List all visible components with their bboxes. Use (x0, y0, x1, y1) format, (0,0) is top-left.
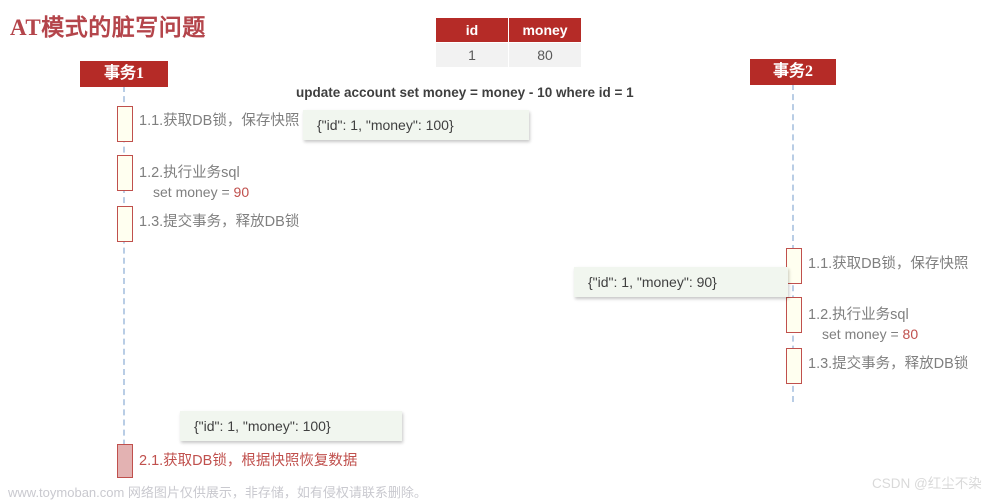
step-tx1-1: 1.1.获取DB锁，保存快照 (139, 112, 299, 131)
table-cell-id: 1 (435, 42, 509, 68)
snapshot-note-tx1: {"id": 1, "money": 100} (303, 110, 529, 140)
table-header-row: id money (435, 17, 582, 43)
activation-tx1-step4 (117, 444, 133, 478)
diagram-canvas: AT模式的脏写问题 id money 1 80 事务1 事务2 update a… (0, 0, 1000, 502)
step-tx1-2-label: 1.2.执行业务sql (139, 165, 240, 181)
table-header-id: id (435, 17, 509, 43)
step-tx1-1-label: 1.1.获取DB锁，保存快照 (139, 113, 300, 129)
step-tx1-2-sub: set money = 90 (139, 183, 249, 202)
activation-tx2-step1 (786, 248, 802, 284)
activation-tx1-step3 (117, 206, 133, 242)
step-tx2-2-value: 80 (902, 326, 919, 342)
step-tx1-2-value: 90 (233, 184, 250, 200)
step-tx2-3-label: 1.3.提交事务，释放DB锁 (808, 356, 969, 372)
table-header-money: money (508, 17, 582, 43)
sql-statement: update account set money = money - 10 wh… (296, 85, 634, 100)
participant-tx2-label: 事务2 (772, 63, 813, 80)
rollback-note: {"id": 1, "money": 100} (180, 411, 402, 441)
step-tx1-2-sub-text: set money = (153, 184, 234, 200)
snapshot-note-tx2: {"id": 1, "money": 90} (574, 267, 788, 297)
table-cell-money: 80 (508, 42, 582, 68)
step-tx1-4: 2.1.获取DB锁，根据快照恢复数据 (139, 452, 357, 471)
activation-tx1-step1 (117, 106, 133, 142)
participant-tx1: 事务1 (80, 61, 168, 87)
watermark-toymoban: www.toymoban.com 网络图片仅供展示，非存储，如有侵权请联系删除。 (8, 485, 427, 500)
step-tx2-1: 1.1.获取DB锁，保存快照 (808, 255, 968, 274)
lifeline-tx1 (123, 86, 125, 476)
participant-tx2: 事务2 (750, 59, 836, 85)
step-tx2-2-sub-text: set money = (822, 326, 903, 342)
page-title: AT模式的脏写问题 (10, 15, 206, 40)
step-tx1-3-label: 1.3.提交事务，释放DB锁 (139, 214, 300, 230)
participant-tx1-label: 事务1 (103, 65, 144, 82)
step-tx1-4-label: 2.1.获取DB锁，根据快照恢复数据 (139, 453, 358, 469)
step-tx1-2: 1.2.执行业务sql set money = 90 (139, 164, 249, 202)
step-tx2-2-label: 1.2.执行业务sql (808, 307, 909, 323)
step-tx2-3: 1.3.提交事务，释放DB锁 (808, 355, 968, 374)
table-row: 1 80 (435, 42, 582, 68)
account-table: id money 1 80 (435, 17, 582, 68)
step-tx1-3: 1.3.提交事务，释放DB锁 (139, 213, 299, 232)
activation-tx2-step2 (786, 297, 802, 333)
activation-tx2-step3 (786, 348, 802, 384)
step-tx2-2-sub: set money = 80 (808, 325, 918, 344)
activation-tx1-step2 (117, 155, 133, 191)
watermark-csdn: CSDN @红尘不染 (872, 476, 982, 491)
step-tx2-2: 1.2.执行业务sql set money = 80 (808, 306, 918, 344)
step-tx2-1-label: 1.1.获取DB锁，保存快照 (808, 256, 969, 272)
